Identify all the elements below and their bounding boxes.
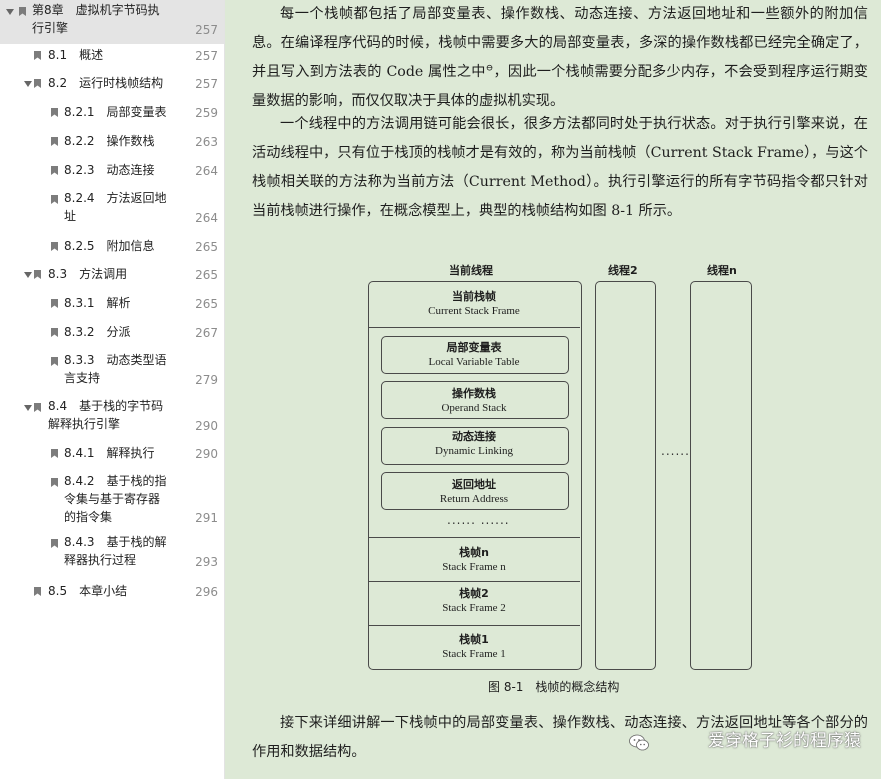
toc-item-page: 257 — [195, 77, 218, 91]
figure-caption: 图 8-1 栈帧的概念结构 — [488, 680, 620, 694]
toc-item-page: 296 — [195, 585, 218, 599]
stack-frame-2: 栈帧2 Stack Frame 2 — [442, 587, 506, 614]
toc-item-page: 267 — [195, 326, 218, 340]
bookmark-icon — [34, 403, 41, 412]
toc-item-title: 8.2.4 方法返回地址 — [64, 191, 167, 223]
toc-item-page: 290 — [195, 447, 218, 461]
toc-item-page: 263 — [195, 135, 218, 149]
toc-item[interactable]: 第8章 虚拟机字节码执 行引擎 257 — [0, 0, 224, 44]
toc-item-page: 259 — [195, 106, 218, 120]
toc-item-page: 291 — [195, 511, 218, 525]
watermark-text: 爱穿格子衫的程序猿 — [708, 731, 861, 751]
label-thread-2: 线程2 — [608, 264, 638, 277]
toc-item-page: 264 — [195, 211, 218, 225]
toc-item[interactable]: 8.4.3 基于栈的解 释器执行过程 293 — [0, 532, 224, 580]
paragraph-1: 每一个栈帧都包括了局部变量表、操作数栈、动态连接、方法返回地址和一些额外的附加信… — [252, 0, 868, 116]
expand-arrow-icon[interactable] — [6, 9, 14, 15]
toc-item-title: 8.2.2 操作数栈 — [64, 134, 155, 148]
expand-arrow-icon[interactable] — [24, 81, 32, 87]
toc-item-page: 279 — [195, 373, 218, 387]
toc-item-title: 8.3.1 解析 — [64, 296, 131, 310]
toc-item-title: 8.5 本章小结 — [48, 584, 128, 598]
toc-item-page: 265 — [195, 268, 218, 282]
thread-n-stack — [690, 281, 752, 670]
toc-item[interactable]: 8.4.2 基于栈的指 令集与基于寄存器 的指令集 291 — [0, 471, 224, 532]
toc-item[interactable]: 8.2.2 操作数栈 263 — [0, 130, 224, 159]
toc-item[interactable]: 8.3.2 分派 267 — [0, 321, 224, 350]
toc-item[interactable]: 8.4.1 解释执行 290 — [0, 442, 224, 471]
toc-item-page: 257 — [195, 49, 218, 63]
bookmark-icon — [51, 195, 58, 204]
bookmark-icon — [51, 108, 58, 117]
toc-item-title: 8.3.2 分派 — [64, 325, 131, 339]
bookmark-icon — [34, 587, 41, 596]
bookmark-icon — [51, 478, 58, 487]
bookmark-icon — [51, 299, 58, 308]
dynamic-linking-label: 动态连接 Dynamic Linking — [435, 430, 513, 457]
return-address-label: 返回地址 Return Address — [439, 478, 509, 505]
toc-item[interactable]: 8.2.4 方法返回地址 264 — [0, 188, 224, 235]
expand-arrow-icon[interactable] — [24, 405, 32, 411]
toc-item-title: 第8章 虚拟机字节码执 行引擎 — [32, 3, 160, 35]
toc-sidebar: 第8章 虚拟机字节码执 行引擎 257 8.1 概述 257 8.2 运行时栈帧结构 257… — [0, 0, 225, 779]
toc-item-title: 8.4.3 基于栈的解 释器执行过程 — [64, 535, 167, 567]
toc-item[interactable]: 8.5 本章小结 296 — [0, 580, 224, 608]
toc-item[interactable]: 8.2.1 局部变量表 259 — [0, 101, 224, 130]
toc-item[interactable]: 8.2.3 动态连接 264 — [0, 159, 224, 188]
bookmark-icon — [51, 357, 58, 366]
bookmark-icon — [51, 539, 58, 548]
toc-item-title: 8.2.1 局部变量表 — [64, 105, 167, 119]
toc-item-title: 8.2.3 动态连接 — [64, 163, 155, 177]
bookmark-icon — [51, 137, 58, 146]
toc-item-page: 265 — [195, 297, 218, 311]
toc-item[interactable]: 8.4 基于栈的字节码 解释执行引擎 290 — [0, 396, 224, 442]
paragraph-2-text: 一个线程中的方法调用链可能会很长，很多方法都同时处于执行状态。对于执行引擎来说，… — [252, 116, 868, 219]
bookmark-icon — [51, 328, 58, 337]
inner-ellipsis: ...... ...... — [447, 513, 510, 527]
divider — [369, 537, 580, 538]
toc-item-title: 8.4.2 基于栈的指 令集与基于寄存器 的指令集 — [64, 474, 167, 524]
local-variable-table-label: 局部变量表 Local Variable Table — [428, 341, 520, 368]
toc-item-page: 257 — [195, 23, 218, 37]
threads-ellipsis: ...... — [661, 444, 690, 458]
thread-2-stack — [595, 281, 656, 670]
toc-item[interactable]: 8.3.1 解析 265 — [0, 292, 224, 321]
toc-item-page: 265 — [195, 240, 218, 254]
bookmark-icon — [34, 270, 41, 279]
bookmark-icon — [19, 7, 26, 16]
toc-item-title: 8.4 基于栈的字节码 解释执行引擎 — [48, 399, 164, 431]
stack-frame-1: 栈帧1 Stack Frame 1 — [442, 633, 506, 660]
expand-arrow-icon[interactable] — [24, 272, 32, 278]
toc-item[interactable]: 8.3.3 动态类型语 言支持 279 — [0, 350, 224, 396]
divider — [369, 625, 580, 626]
toc-item-title: 8.3 方法调用 — [48, 267, 128, 281]
stack-frame-n: 栈帧n Stack Frame n — [442, 546, 506, 573]
toc-item[interactable]: 8.1 概述 257 — [0, 44, 224, 72]
bookmark-icon — [51, 166, 58, 175]
bookmark-icon — [51, 449, 58, 458]
divider — [369, 327, 580, 328]
operand-stack-label: 操作数栈 Operand Stack — [441, 387, 507, 414]
toc-item-title: 8.2.5 附加信息 — [64, 239, 155, 253]
wechat-icon — [629, 734, 649, 751]
document-page: 每一个栈帧都包括了局部变量表、操作数栈、动态连接、方法返回地址和一些额外的附加信… — [225, 0, 881, 779]
bookmark-icon — [34, 51, 41, 60]
bookmark-icon — [34, 79, 41, 88]
bookmark-icon — [51, 242, 58, 251]
label-thread-n: 线程n — [707, 264, 737, 277]
toc-item[interactable]: 8.2 运行时栈帧结构 257 — [0, 72, 224, 101]
paragraph-2: 一个线程中的方法调用链可能会很长，很多方法都同时处于执行状态。对于执行引擎来说，… — [252, 110, 868, 226]
label-current-thread: 当前线程 — [449, 264, 493, 277]
divider — [369, 581, 580, 582]
toc-item-page: 264 — [195, 164, 218, 178]
toc-item-page: 290 — [195, 419, 218, 433]
toc-item[interactable]: 8.3 方法调用 265 — [0, 263, 224, 292]
toc-item-page: 293 — [195, 555, 218, 569]
toc-item-title: 8.4.1 解释执行 — [64, 446, 155, 460]
toc-item-title: 8.2 运行时栈帧结构 — [48, 76, 164, 90]
toc-item-title: 8.1 概述 — [48, 48, 104, 62]
current-stack-frame: 当前栈帧 Current Stack Frame — [428, 290, 520, 317]
toc-item[interactable]: 8.2.5 附加信息 265 — [0, 235, 224, 263]
toc-item-title: 8.3.3 动态类型语 言支持 — [64, 353, 167, 385]
